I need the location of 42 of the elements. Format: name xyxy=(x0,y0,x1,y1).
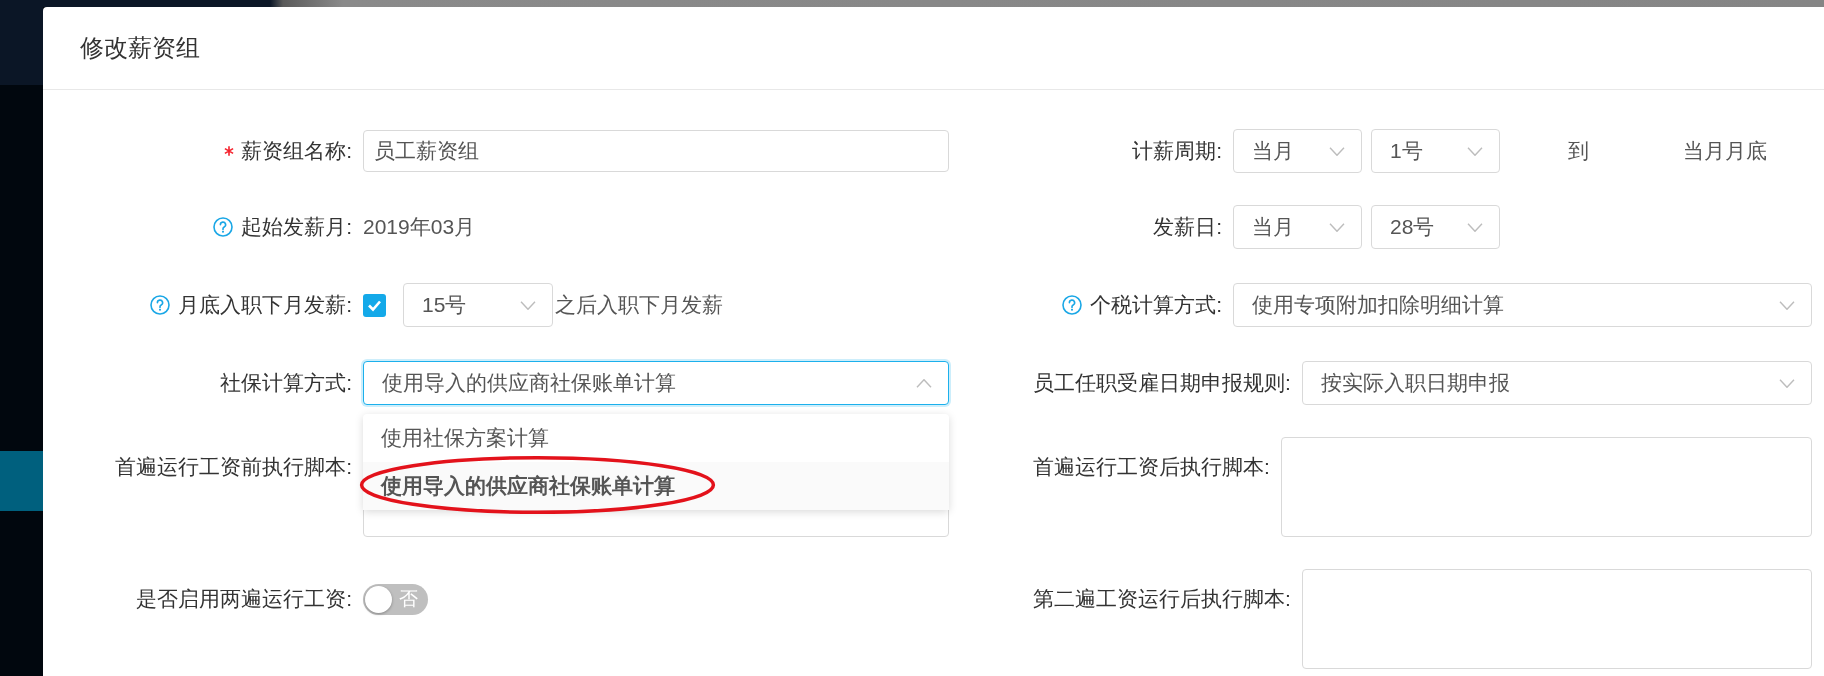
field-label: 个税计算方式: xyxy=(1090,292,1222,318)
dropdown-option[interactable]: 使用导入的供应商社保账单计算 xyxy=(363,462,949,510)
script-textarea[interactable] xyxy=(1280,437,1812,537)
chevron-down-icon xyxy=(1779,300,1795,310)
field-label: 首遍运行工资前执行脚本: xyxy=(115,454,352,480)
chevron-down-icon xyxy=(1779,378,1795,388)
period-end-text: 当月月底 xyxy=(1683,138,1767,164)
select-field[interactable]: 15号 xyxy=(403,283,553,327)
field-label: 员工任职受雇日期申报规则: xyxy=(1033,370,1291,396)
chevron-down-icon xyxy=(1467,222,1483,232)
field-label: 起始发薪月: xyxy=(241,214,352,240)
checkbox[interactable] xyxy=(363,293,386,317)
select-field[interactable]: 28号 xyxy=(1371,205,1500,249)
chevron-down-icon xyxy=(1329,146,1345,156)
chevron-down-icon xyxy=(520,300,536,310)
chevron-down-icon xyxy=(1329,222,1345,232)
select-field[interactable]: 使用导入的供应商社保账单计算 xyxy=(363,361,949,405)
select-field[interactable]: 按实际入职日期申报 xyxy=(1301,361,1812,405)
dialog-title: 修改薪资组 xyxy=(80,33,200,63)
field-label: 发薪日: xyxy=(1153,214,1222,240)
select-field[interactable]: 1号 xyxy=(1371,129,1500,173)
text-input[interactable]: 员工薪资组 xyxy=(363,130,949,172)
script-textarea[interactable] xyxy=(1301,569,1812,669)
field-label: 社保计算方式: xyxy=(220,370,352,396)
help-icon[interactable] xyxy=(213,217,234,237)
field-label: 月底入职下月发薪: xyxy=(178,292,352,318)
suffix-text: 之后入职下月发薪 xyxy=(555,292,723,318)
chevron-up-icon xyxy=(916,378,932,388)
field-label: 是否启用两遍运行工资: xyxy=(136,586,352,612)
field-label: 薪资组名称: xyxy=(241,138,352,164)
help-icon[interactable] xyxy=(1062,295,1083,315)
chevron-down-icon xyxy=(1467,146,1483,156)
field-label: 首遍运行工资后执行脚本: xyxy=(1033,454,1270,480)
select-field[interactable]: 使用专项附加扣除明细计算 xyxy=(1233,283,1812,327)
select-field[interactable]: 当月 xyxy=(1233,129,1362,173)
field-label: 第二遍工资运行后执行脚本: xyxy=(1033,586,1291,612)
help-icon[interactable] xyxy=(150,295,171,315)
field-label: 计薪周期: xyxy=(1132,138,1222,164)
dropdown-option[interactable]: 使用社保方案计算 xyxy=(363,414,949,462)
range-separator-text: 到 xyxy=(1568,138,1589,164)
select-field[interactable]: 当月 xyxy=(1233,205,1362,249)
field-value: 2019年03月 xyxy=(363,214,476,240)
